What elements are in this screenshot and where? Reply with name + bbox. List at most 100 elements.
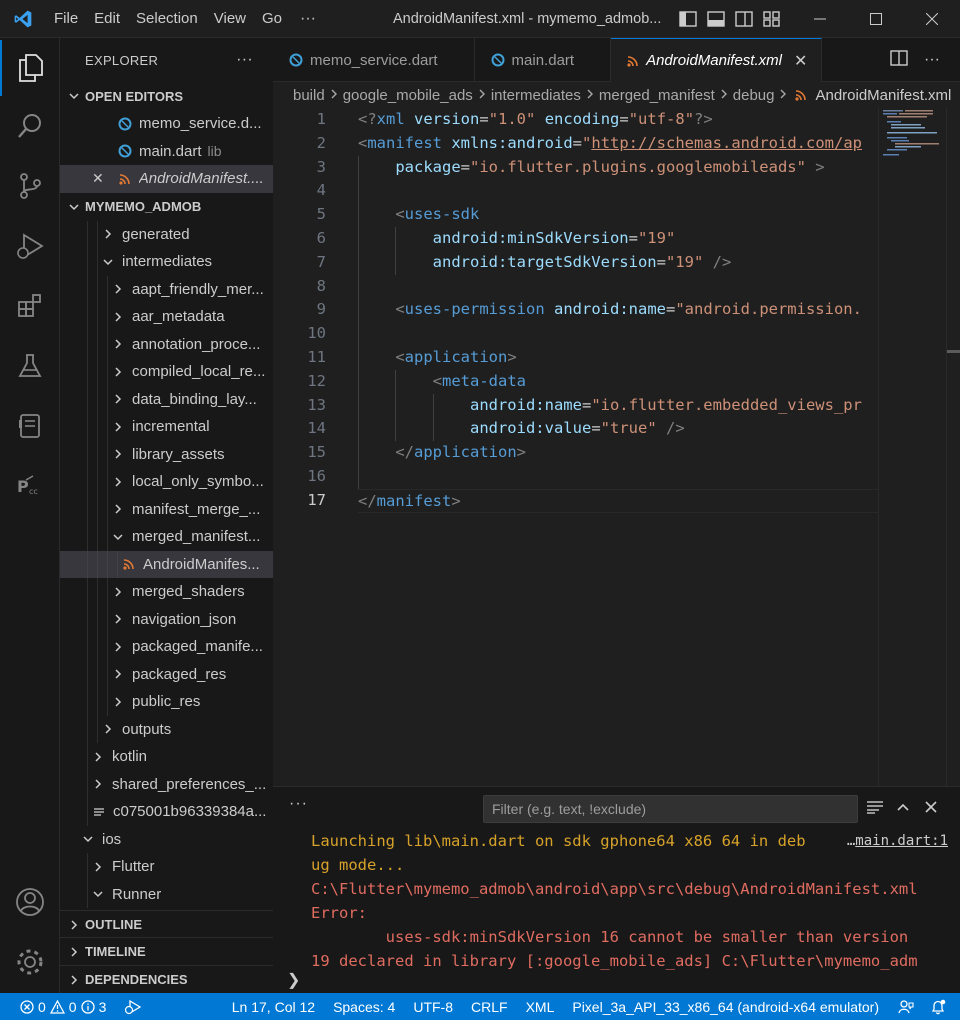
close-window-icon[interactable] [904,0,960,38]
tree-folder-item[interactable]: manifest_merge_... [60,495,273,523]
code-line[interactable]: <uses-sdk [358,203,878,227]
close-icon[interactable]: ✕ [92,170,104,187]
close-icon[interactable]: ✕ [794,51,807,71]
menu-more-button[interactable]: ··· [290,10,326,28]
open-editor-item[interactable]: ✕ AndroidManifest.... [60,165,273,193]
source-link[interactable]: …main.dart:1 [838,829,948,853]
breadcrumb-item[interactable]: google_mobile_ads [343,87,473,104]
breadcrumb-item[interactable]: build [293,87,325,104]
indentation-status[interactable]: Spaces: 4 [324,993,404,1020]
timeline-section-header[interactable]: TIMELINE [60,937,273,965]
toggle-secondary-sidebar-icon[interactable] [734,9,754,29]
explorer-files-icon[interactable] [0,40,60,96]
tree-folder-item[interactable]: packaged_res [60,660,273,688]
breadcrumb-item[interactable]: intermediates [491,87,581,104]
open-editor-item[interactable]: main.dart lib [60,138,273,166]
code-line[interactable]: package="io.flutter.plugins.googlemobile… [358,155,878,180]
open-editor-item[interactable]: memo_service.d... [60,110,273,138]
project-section-header[interactable]: MYMEMO_ADMOB [60,193,273,221]
tree-folder-item[interactable]: kotlin [60,743,273,771]
source-control-icon[interactable] [0,158,60,214]
tree-folder-item[interactable]: packaged_manife... [60,633,273,661]
code-line[interactable]: <?xml version="1.0" encoding="utf-8"?> [358,108,878,132]
tree-folder-item[interactable]: Runner [60,880,273,908]
menu-view[interactable]: View [206,0,254,38]
tab-main-dart[interactable]: main.dart [475,38,612,82]
tree-folder-item[interactable]: merged_manifest... [60,523,273,551]
minimize-icon[interactable] [792,0,848,38]
console-filter-input[interactable]: Filter (e.g. text, !exclude) [483,795,858,823]
tree-folder-item[interactable]: public_res [60,688,273,716]
language-mode[interactable]: XML [517,993,564,1020]
run-and-debug-icon[interactable] [0,218,60,274]
debug-status-icon[interactable] [115,993,151,1020]
tree-folder-item[interactable]: annotation_proce... [60,330,273,358]
gear-icon[interactable] [0,934,60,990]
menu-selection[interactable]: Selection [128,0,206,38]
code-line[interactable]: </application> [358,441,878,465]
menu-edit[interactable]: Edit [86,0,128,38]
maximize-icon[interactable] [848,0,904,38]
tree-folder-item[interactable]: incremental [60,413,273,441]
account-icon[interactable] [0,874,60,930]
split-editor-icon[interactable] [890,50,908,69]
tab-memo_service-dart[interactable]: memo_service.dart [273,38,475,82]
minimap[interactable] [878,108,946,786]
tree-folder-item[interactable]: library_assets [60,440,273,468]
code-line[interactable] [358,464,878,489]
code-line[interactable]: android:targetSdkVersion="19" /> [358,250,878,275]
code-line[interactable] [358,179,878,204]
outline-section-header[interactable]: OUTLINE [60,910,273,938]
search-icon[interactable] [0,98,60,154]
open-editors-section-header[interactable]: OPEN EDITORS [60,82,273,110]
tree-folder-item[interactable]: shared_preferences_... [60,770,273,798]
tree-folder-item[interactable]: local_only_symbo... [60,468,273,496]
tree-folder-item[interactable]: data_binding_lay... [60,385,273,413]
word-wrap-list-icon[interactable] [866,797,884,817]
toggle-panel-icon[interactable] [706,9,726,29]
editor-scrollbar[interactable] [946,108,960,786]
tree-folder-item[interactable]: aapt_friendly_mer... [60,275,273,303]
menu-file[interactable]: File [46,0,86,38]
tree-file-item[interactable]: c075001b96339384a... [60,798,273,826]
breadcrumb-item[interactable]: debug [733,87,775,104]
feedback-icon[interactable] [888,993,924,1020]
tree-folder-item[interactable]: ios [60,826,273,854]
breadcrumb-item[interactable]: AndroidManifest.xml [815,87,951,104]
device-selector[interactable]: Pixel_3a_API_33_x86_64 (android-x64 emul… [563,993,888,1020]
tree-file-item[interactable]: AndroidManifes... [60,550,273,578]
breadcrumb-item[interactable]: merged_manifest [599,87,715,104]
remote-explorer-icon[interactable] [0,398,60,454]
tree-folder-item[interactable]: compiled_local_re... [60,358,273,386]
tree-folder-item[interactable]: intermediates [60,248,273,276]
panel-more-button[interactable]: ··· [289,795,308,813]
code-line[interactable]: android:minSdkVersion="19" [358,226,878,251]
code-line[interactable]: <uses-permission android:name="android.p… [358,298,878,323]
code-line[interactable]: <meta-data [358,369,878,394]
cursor-position[interactable]: Ln 17, Col 12 [223,993,324,1020]
menu-go[interactable]: Go [254,0,290,38]
code-line[interactable] [358,322,878,346]
code-line[interactable]: android:value="true" /> [358,417,878,442]
problems-status[interactable]: 0 0 3 [0,993,115,1020]
explorer-more-button[interactable]: ··· [236,51,253,69]
code-line[interactable]: <manifest xmlns:android="http://schemas.… [358,132,878,156]
tree-folder-item[interactable]: merged_shaders [60,578,273,606]
code-lines[interactable]: <?xml version="1.0" encoding="utf-8"?> <m… [358,108,878,513]
testing-flask-icon[interactable] [0,338,60,394]
tree-folder-item[interactable]: generated [60,220,273,248]
toggle-primary-sidebar-icon[interactable] [678,9,698,29]
more-actions-button[interactable]: ··· [924,51,940,69]
code-line[interactable]: android:name="io.flutter.embedded_views_… [358,393,878,418]
tab-androidmanifest-xml[interactable]: AndroidManifest.xml ✕ [611,38,823,82]
customize-layout-icon[interactable] [762,9,782,29]
tree-folder-item[interactable]: navigation_json [60,605,273,633]
code-line[interactable] [358,274,878,299]
dependencies-section-header[interactable]: DEPENDENCIES [60,965,273,993]
extensions-icon[interactable] [0,278,60,334]
tree-folder-item[interactable]: outputs [60,715,273,743]
code-line[interactable]: </manifest> [358,488,878,513]
console-input-prompt[interactable]: ❯ [287,969,300,993]
pubspec-assist-icon[interactable]: Pcc [0,458,60,514]
tree-folder-item[interactable]: Flutter [60,853,273,881]
